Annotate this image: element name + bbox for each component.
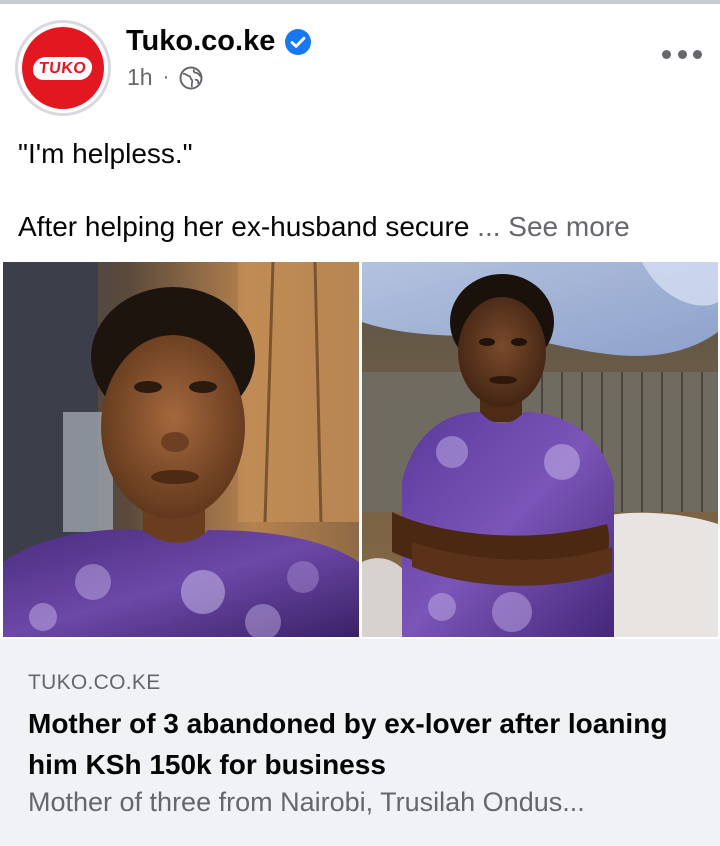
post-quote: "I'm helpless." [18,138,193,169]
link-description: Mother of three from Nairobi, Trusilah O… [28,787,585,817]
selfie-photo-image [3,262,359,637]
post-photos [0,262,720,637]
globe-icon[interactable] [179,66,203,90]
post-header: TUKO Tuko.co.ke 1h · [0,4,720,116]
photo-right[interactable] [362,262,718,637]
link-headline[interactable]: Mother of 3 abandoned by ex-lover after … [28,703,688,785]
see-more-link[interactable]: ... See more [477,211,630,242]
post-excerpt: After helping her ex-husband secure ... … [18,211,630,243]
arms-crossed-photo-image [362,262,718,637]
post-timestamp[interactable]: 1h [127,64,153,91]
more-options-button[interactable] [662,44,702,64]
tuko-logo-text: TUKO [32,56,94,80]
tuko-logo: TUKO [22,27,104,109]
verified-badge-icon [285,28,312,55]
page-avatar[interactable]: TUKO [15,20,111,116]
photo-left[interactable] [3,262,359,637]
link-preview-card[interactable]: TUKO.CO.KE Mother of 3 abandoned by ex-l… [0,639,720,846]
post-excerpt-text: After helping her ex-husband secure [18,211,470,242]
post-meta: 1h · [127,64,203,91]
link-domain: TUKO.CO.KE [28,671,161,694]
more-dot-icon [662,49,671,59]
more-dot-icon [677,49,687,59]
more-dot-icon [693,49,702,59]
meta-separator: · [162,66,170,88]
page-name[interactable]: Tuko.co.ke [126,25,275,58]
page-name-row: Tuko.co.ke [126,25,312,58]
